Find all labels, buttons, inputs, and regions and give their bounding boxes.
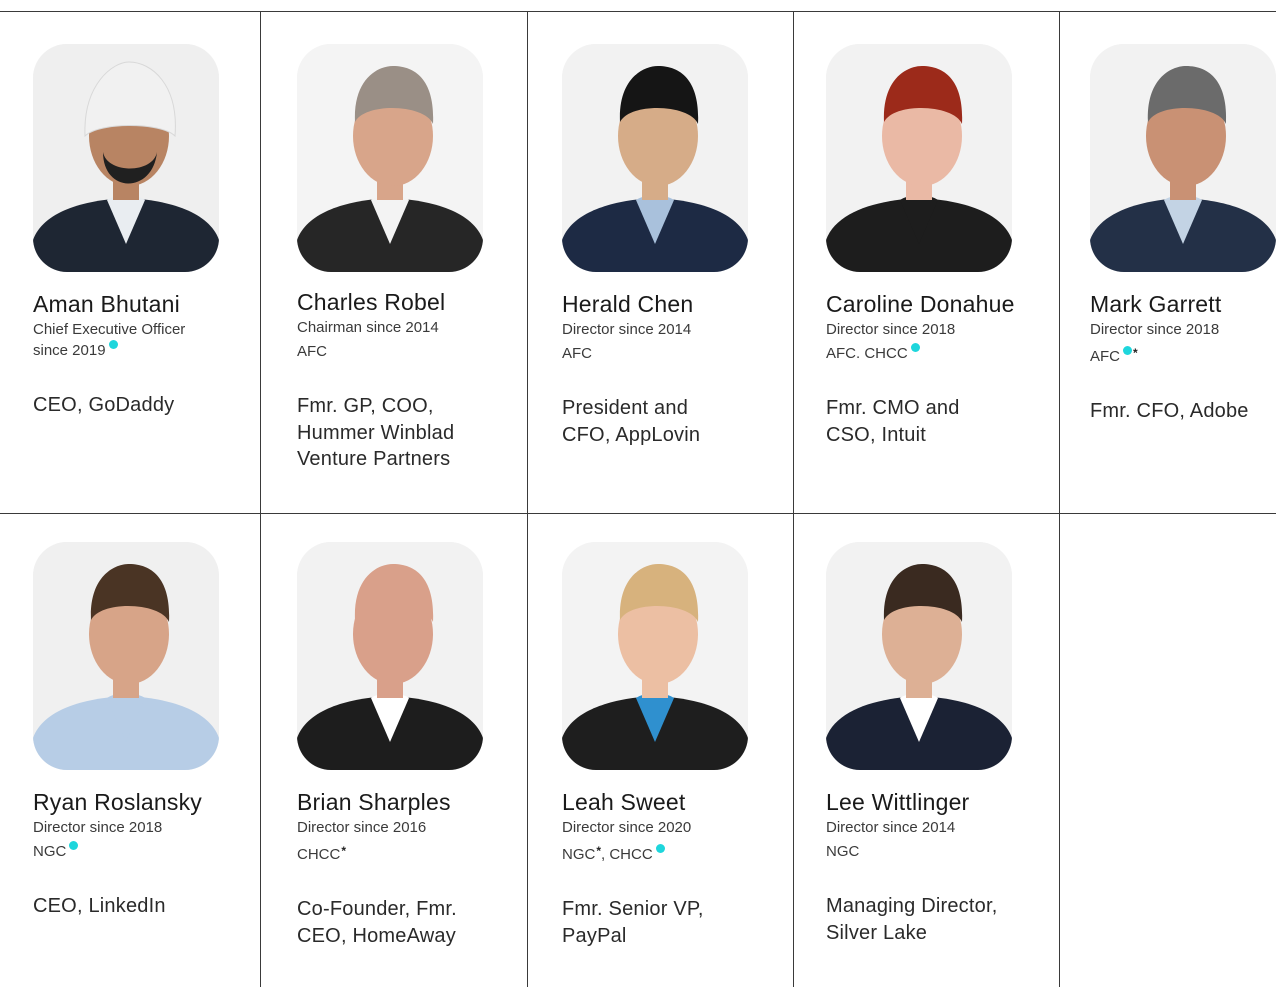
member-role: Director since 2014: [562, 321, 692, 338]
independent-dot-icon: [1123, 346, 1132, 355]
member-committees: AFC: [297, 343, 327, 360]
portrait-illustration: [33, 542, 219, 770]
member-name: Charles Robel: [297, 289, 446, 315]
grid-line-col-1: [260, 11, 261, 987]
independent-dot-icon: [69, 841, 79, 850]
member-role: Director since 2020: [562, 819, 692, 836]
portrait-illustration: [297, 44, 483, 272]
member-description: Fmr. CMO and CSO, Intuit: [826, 397, 960, 446]
member-name: Aman Bhutani: [33, 291, 180, 317]
portrait-illustration: [33, 44, 219, 272]
grid-line-top: [0, 11, 1276, 12]
member-name: Brian Sharples: [297, 789, 451, 815]
member-name: Leah Sweet: [562, 789, 686, 815]
grid-line-middle: [0, 513, 1276, 514]
portrait-illustration: [826, 542, 1012, 770]
portrait-photo: [33, 542, 219, 770]
member-role: Director since 2014: [826, 819, 956, 836]
portrait-illustration: [562, 44, 748, 272]
member-role: Chairman since 2014: [297, 319, 439, 336]
member-role: Director since 2016: [297, 819, 427, 836]
member-description: CEO, LinkedIn: [33, 895, 166, 917]
portrait-illustration: [297, 542, 483, 770]
member-role: Director since 2018: [826, 321, 956, 338]
member-name: Ryan Roslansky: [33, 789, 202, 815]
member-description: Managing Director, Silver Lake: [826, 895, 998, 944]
independent-dot-icon: [910, 343, 920, 352]
member-name: Lee Wittlinger: [826, 789, 970, 815]
portrait-photo: [562, 44, 748, 272]
member-card: Charles Robel Chairman since 2014 AFC Fm…: [297, 44, 512, 473]
chair-asterisk-icon: *: [341, 844, 347, 858]
portrait-photo: [826, 542, 1012, 770]
member-card: Ryan Roslansky Director since 2018 NGC C…: [33, 542, 248, 920]
independent-dot-icon: [655, 844, 665, 853]
member-description: President and CFO, AppLovin: [562, 397, 701, 446]
member-description: Fmr. CFO, Adobe: [1090, 400, 1249, 422]
member-role: Director since 2018: [33, 819, 163, 836]
grid-line-col-2: [527, 11, 528, 987]
member-card: Caroline Donahue Director since 2018 AFC…: [826, 44, 1041, 448]
portrait-photo: [1090, 44, 1276, 272]
grid-line-col-3: [793, 11, 794, 987]
chair-asterisk-icon: *: [1133, 346, 1138, 360]
member-committees: CHCC*: [297, 844, 347, 863]
portrait-illustration: [1090, 44, 1276, 272]
member-description: CEO, GoDaddy: [33, 394, 175, 416]
member-name: Mark Garrett: [1090, 291, 1222, 317]
member-description: Fmr. GP, COO, Hummer Winblad Venture Par…: [297, 395, 455, 470]
member-committees: NGC: [33, 841, 248, 862]
independent-dot-icon: [108, 340, 118, 349]
portrait-photo: [297, 542, 483, 770]
member-name: Herald Chen: [562, 291, 694, 317]
portrait-illustration: [562, 542, 748, 770]
portrait-photo: [826, 44, 1012, 272]
member-committees: AFC: [562, 345, 592, 362]
member-card: Aman Bhutani Chief Executive Officer sin…: [33, 44, 248, 419]
member-card: Mark Garrett Director since 2018 AFC * Fm…: [1090, 44, 1276, 425]
member-description: Co-Founder, Fmr. CEO, HomeAway: [297, 898, 457, 947]
member-card: Herald Chen Director since 2014 AFC Pres…: [562, 44, 777, 448]
member-name: Caroline Donahue: [826, 291, 1015, 317]
portrait-illustration: [826, 44, 1012, 272]
member-role: Chief Executive Officer since 2019: [33, 321, 186, 359]
member-committees: AFC *: [1090, 346, 1138, 365]
portrait-photo: [33, 44, 219, 272]
member-committees: NGC: [826, 843, 860, 860]
member-committees: AFC. CHCC: [826, 343, 1041, 364]
member-role: Director since 2018: [1090, 321, 1220, 338]
portrait-photo: [562, 542, 748, 770]
portrait-photo: [297, 44, 483, 272]
member-description: Fmr. Senior VP, PayPal: [562, 898, 704, 947]
member-card: Leah Sweet Director since 2020 NGC*, CHC…: [562, 542, 777, 949]
member-committees: NGC*, CHCC: [562, 841, 777, 865]
member-card: Lee Wittlinger Director since 2014 NGC M…: [826, 542, 1041, 946]
member-card: Brian Sharples Director since 2016 CHCC*…: [297, 542, 512, 949]
grid-line-col-4: [1059, 11, 1060, 987]
